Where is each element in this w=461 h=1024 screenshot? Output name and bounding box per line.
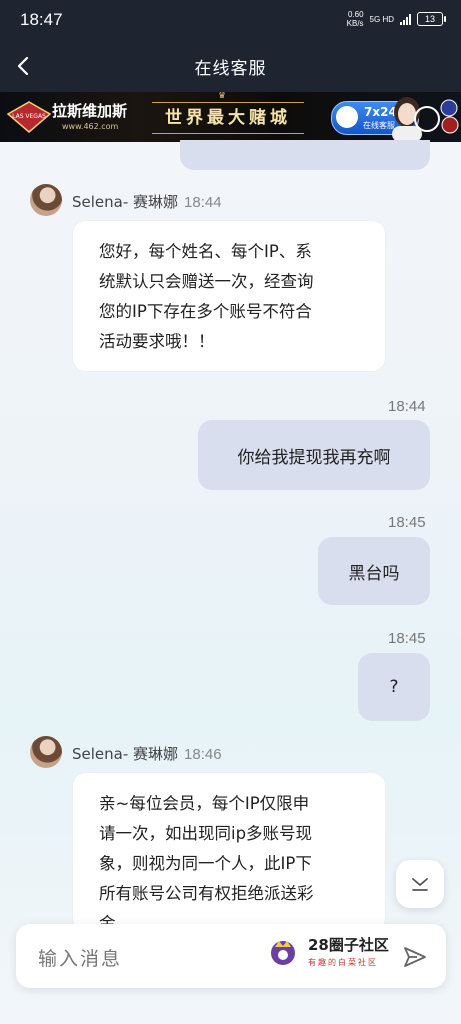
- chat-bubble-outgoing-partial: [180, 140, 430, 170]
- scroll-to-bottom-button[interactable]: [396, 860, 444, 908]
- send-icon[interactable]: [402, 944, 428, 970]
- sender-header: Selena- 赛琳娜 18:44: [72, 191, 222, 212]
- network-speed: 0.60 KB/s: [347, 10, 364, 28]
- message-line: 统默认只会赠送一次，经查询: [99, 272, 314, 291]
- message-time: 18:44: [184, 194, 222, 211]
- status-indicators: 0.60 KB/s 5G HD 13: [347, 10, 446, 28]
- community-logo-icon: [271, 941, 295, 965]
- las-vegas-logo: LAS VEGAS: [6, 101, 52, 133]
- message-text: 你给我提现我再充啊: [237, 447, 391, 468]
- message-text: ?: [389, 677, 399, 697]
- sender-name: Selena- 赛琳娜: [72, 193, 179, 211]
- message-text: 黑台吗: [348, 563, 400, 584]
- network-type: 5G HD: [369, 14, 394, 24]
- chat-bubble-incoming[interactable]: 亲~每位会员，每个IP仅限申 请一次，如出现同ip多账号现 象，则视为同一个人，…: [72, 772, 386, 932]
- message-line: 活动要求哦！！: [99, 332, 215, 351]
- message-time: 18:46: [184, 746, 222, 763]
- promo-banner[interactable]: LAS VEGAS 拉斯维加斯 www.462.com ♛ 世界最大赌城 7x2…: [0, 92, 461, 142]
- chevron-down-icon: [412, 878, 428, 891]
- power-icon: [414, 106, 440, 132]
- net-speed-unit: KB/s: [346, 19, 364, 28]
- message-line: 您好，每个姓名、每个IP、系: [99, 242, 312, 261]
- chat-bubble-outgoing[interactable]: 你给我提现我再充啊: [198, 420, 430, 490]
- headset-icon: [336, 106, 358, 128]
- message-input[interactable]: 输入消息: [38, 944, 122, 971]
- sender-header: Selena- 赛琳娜 18:46: [72, 743, 222, 764]
- message-line: 所有账号公司有权拒绝派送彩: [99, 884, 314, 903]
- chat-bubble-incoming[interactable]: 您好，每个姓名、每个IP、系 统默认只会赠送一次，经查询 您的IP下存在多个账号…: [72, 220, 386, 372]
- net-speed-value: 0.60: [347, 10, 364, 19]
- message-time: 18:45: [388, 514, 426, 531]
- logo-text: LAS VEGAS: [12, 113, 46, 120]
- message-time: 18:44: [388, 398, 426, 415]
- banner-slogan: 世界最大赌城: [152, 102, 304, 134]
- watermark-title: 28圈子社区: [308, 936, 389, 954]
- battery-level: 13: [424, 14, 435, 24]
- message-line: 象，则视为同一个人，此IP下: [99, 854, 312, 873]
- message-line: 亲~每位会员，每个IP仅限申: [99, 794, 310, 813]
- page-title: 在线客服: [194, 59, 267, 79]
- status-time: 18:47: [20, 10, 63, 29]
- banner-url: www.462.com: [62, 122, 119, 131]
- message-time: 18:45: [388, 630, 426, 647]
- chat-bubble-outgoing[interactable]: 黑台吗: [318, 537, 430, 605]
- message-line: 请一次，如出现同ip多账号现: [99, 824, 313, 843]
- message-line: 您的IP下存在多个账号不符合: [99, 302, 312, 321]
- status-bar: 18:47 0.60 KB/s 5G HD 13: [0, 0, 461, 40]
- message-input-bar[interactable]: 输入消息 28圈子社区 有趣的白菜社区: [16, 924, 446, 988]
- avatar[interactable]: [30, 184, 62, 216]
- avatar[interactable]: [30, 736, 62, 768]
- chat-bubble-outgoing[interactable]: ?: [358, 653, 430, 721]
- nav-bar: 在线客服: [0, 40, 461, 92]
- battery-icon: 13: [417, 12, 446, 26]
- watermark: 28圈子社区 有趣的白菜社区: [268, 932, 408, 976]
- banner-brand: 拉斯维加斯: [52, 102, 128, 120]
- casino-chips-icon: [440, 99, 459, 134]
- crown-icon: ♛: [218, 92, 227, 101]
- sender-name: Selena- 赛琳娜: [72, 745, 179, 763]
- signal-icon: [400, 13, 411, 25]
- watermark-subtitle: 有趣的白菜社区: [308, 958, 378, 967]
